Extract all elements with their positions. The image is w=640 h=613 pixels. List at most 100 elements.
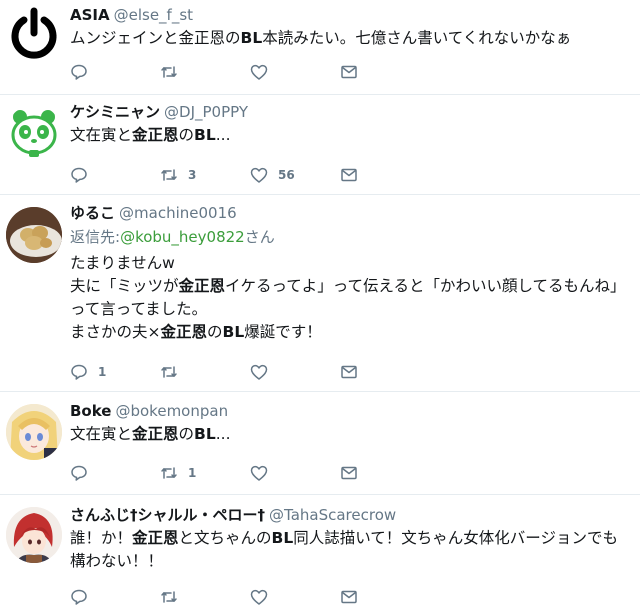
reply-icon [71, 167, 87, 183]
tweet-header: ゆるこ @machine0016 [70, 203, 632, 223]
avatar[interactable] [6, 507, 62, 563]
retweet-icon [161, 366, 177, 378]
tweet[interactable]: Boke @bokemonpan 文在寅と金正恩のBL... 1 [0, 392, 640, 495]
retweet-count: 1 [188, 466, 197, 480]
reply-button[interactable] [70, 166, 160, 184]
tweet-text-segment: 金正恩 [160, 323, 208, 341]
like-count: 56 [278, 168, 295, 182]
user-handle[interactable]: @bokemonpan [115, 402, 228, 420]
tweet-text-segment: BL [271, 529, 294, 547]
tweet-text-segment: 本読みたい。七億さん書いてくれないかなぁ [262, 29, 572, 47]
user-handle[interactable]: @else_f_st [114, 6, 193, 24]
tweet-text-segment: 金正恩 [132, 529, 179, 547]
tweet-header: さんふじ†シャルル・ペロー† @TahaScarecrow [70, 505, 632, 525]
tweet-text-segment: ムンジェインと金正恩の [70, 29, 241, 47]
like-button[interactable] [250, 464, 340, 482]
tweet[interactable]: ASIA @else_f_st ムンジェインと金正恩のBL本読みたい。七億さん書い… [0, 0, 640, 95]
direct-message-button[interactable] [340, 588, 430, 606]
tweet-text-segment: ... [215, 425, 231, 443]
envelope-icon [341, 365, 357, 379]
avatar[interactable] [6, 6, 62, 62]
like-button[interactable]: 56 [250, 166, 340, 184]
avatar[interactable] [6, 207, 62, 263]
tweet-text: 文在寅と金正恩のBL... [70, 423, 632, 446]
food-photo-avatar [6, 207, 62, 263]
green-panda-icon [11, 110, 57, 157]
tweet-text-segment: 爆誕です！ [244, 323, 322, 341]
tweet-text-segment: 金正恩 [178, 277, 226, 295]
tweet-text: たまりませんw 夫に「ミッツが金正恩イケるってよ」って伝えると「かわいい顔してる… [70, 252, 632, 344]
heart-icon [250, 167, 268, 183]
envelope-icon [341, 466, 357, 480]
envelope-icon [341, 65, 357, 79]
display-name[interactable]: ゆるこ [70, 204, 115, 222]
retweet-icon [161, 591, 177, 603]
tweet-actions: 1 [70, 361, 632, 383]
display-name[interactable]: Boke [70, 402, 111, 420]
tweet-actions: 3 56 [70, 164, 632, 186]
reply-icon [71, 589, 87, 605]
display-name[interactable]: ASIA [70, 6, 110, 24]
retweet-button[interactable] [160, 63, 250, 81]
tweet-actions [70, 586, 632, 608]
reply-to-handle-link[interactable]: @kobu_hey0822 [120, 228, 245, 246]
tweet[interactable]: ケシミニャン @DJ_P0PPY 文在寅と金正恩のBL... 3 56 [0, 95, 640, 195]
retweet-button[interactable] [160, 363, 250, 381]
reply-to-suffix: さん [244, 228, 275, 246]
heart-icon [250, 64, 268, 80]
tweet[interactable]: さんふじ†シャルル・ペロー† @TahaScarecrow 誰！か！金正恩と文ちゃ… [0, 495, 640, 613]
avatar[interactable] [6, 404, 62, 460]
tweet-actions: 1 [70, 462, 632, 484]
direct-message-button[interactable] [340, 166, 430, 184]
direct-message-button[interactable] [340, 363, 430, 381]
tweet-text: ムンジェインと金正恩のBL本読みたい。七億さん書いてくれないかなぁ [70, 27, 632, 50]
like-button[interactable] [250, 363, 340, 381]
reply-to-label: 返信先: [70, 228, 121, 246]
heart-icon [250, 364, 268, 380]
envelope-icon [341, 590, 357, 604]
like-button[interactable] [250, 63, 340, 81]
retweet-icon [161, 169, 177, 181]
retweet-button[interactable]: 1 [160, 464, 250, 482]
red-hair-anime-avatar [6, 507, 62, 563]
retweet-button[interactable]: 3 [160, 166, 250, 184]
tweet-actions [70, 61, 632, 83]
tweet-text-segment: の [178, 126, 195, 144]
heart-icon [250, 589, 268, 605]
user-handle[interactable]: @machine0016 [119, 204, 237, 222]
direct-message-button[interactable] [340, 63, 430, 81]
user-handle[interactable]: @DJ_P0PPY [164, 103, 248, 121]
reply-button[interactable] [70, 63, 160, 81]
reply-icon [71, 64, 87, 80]
retweet-icon [161, 467, 177, 479]
power-symbol-icon [11, 7, 57, 59]
retweet-button[interactable] [160, 588, 250, 606]
avatar[interactable] [6, 105, 62, 161]
tweet-text-segment: と文ちゃんの [178, 529, 272, 547]
display-name[interactable]: さんふじ†シャルル・ペロー† [70, 506, 265, 524]
anime-girl-avatar [6, 404, 62, 460]
tweet-text-segment: の [207, 323, 223, 341]
reply-icon [71, 465, 87, 481]
tweet-text-segment: BL [194, 425, 216, 443]
reply-button[interactable] [70, 588, 160, 606]
like-button[interactable] [250, 588, 340, 606]
tweet-text: 誰！か！金正恩と文ちゃんのBL同人誌描いて！文ちゃん女体化バージョンでも 構わな… [70, 527, 632, 573]
retweet-count: 3 [188, 168, 197, 182]
reply-button[interactable]: 1 [70, 363, 160, 381]
envelope-icon [341, 168, 357, 182]
tweet-header: ASIA @else_f_st [70, 5, 632, 25]
heart-icon [250, 465, 268, 481]
tweet-text: 文在寅と金正恩のBL... [70, 124, 632, 147]
reply-button[interactable] [70, 464, 160, 482]
tweet[interactable]: ゆるこ @machine0016 返信先:@kobu_hey0822さん たまりま… [0, 195, 640, 392]
tweet-text-segment: たまりませんw 夫に「ミッツが [70, 254, 179, 295]
direct-message-button[interactable] [340, 464, 430, 482]
tweet-text-segment: BL [222, 323, 245, 341]
tweet-text-segment: ... [215, 126, 231, 144]
tweet-text-segment: 金正恩 [132, 126, 179, 144]
display-name[interactable]: ケシミニャン [70, 103, 160, 121]
user-handle[interactable]: @TahaScarecrow [269, 506, 396, 524]
reply-count: 1 [98, 365, 107, 379]
tweet-header: Boke @bokemonpan [70, 401, 632, 421]
